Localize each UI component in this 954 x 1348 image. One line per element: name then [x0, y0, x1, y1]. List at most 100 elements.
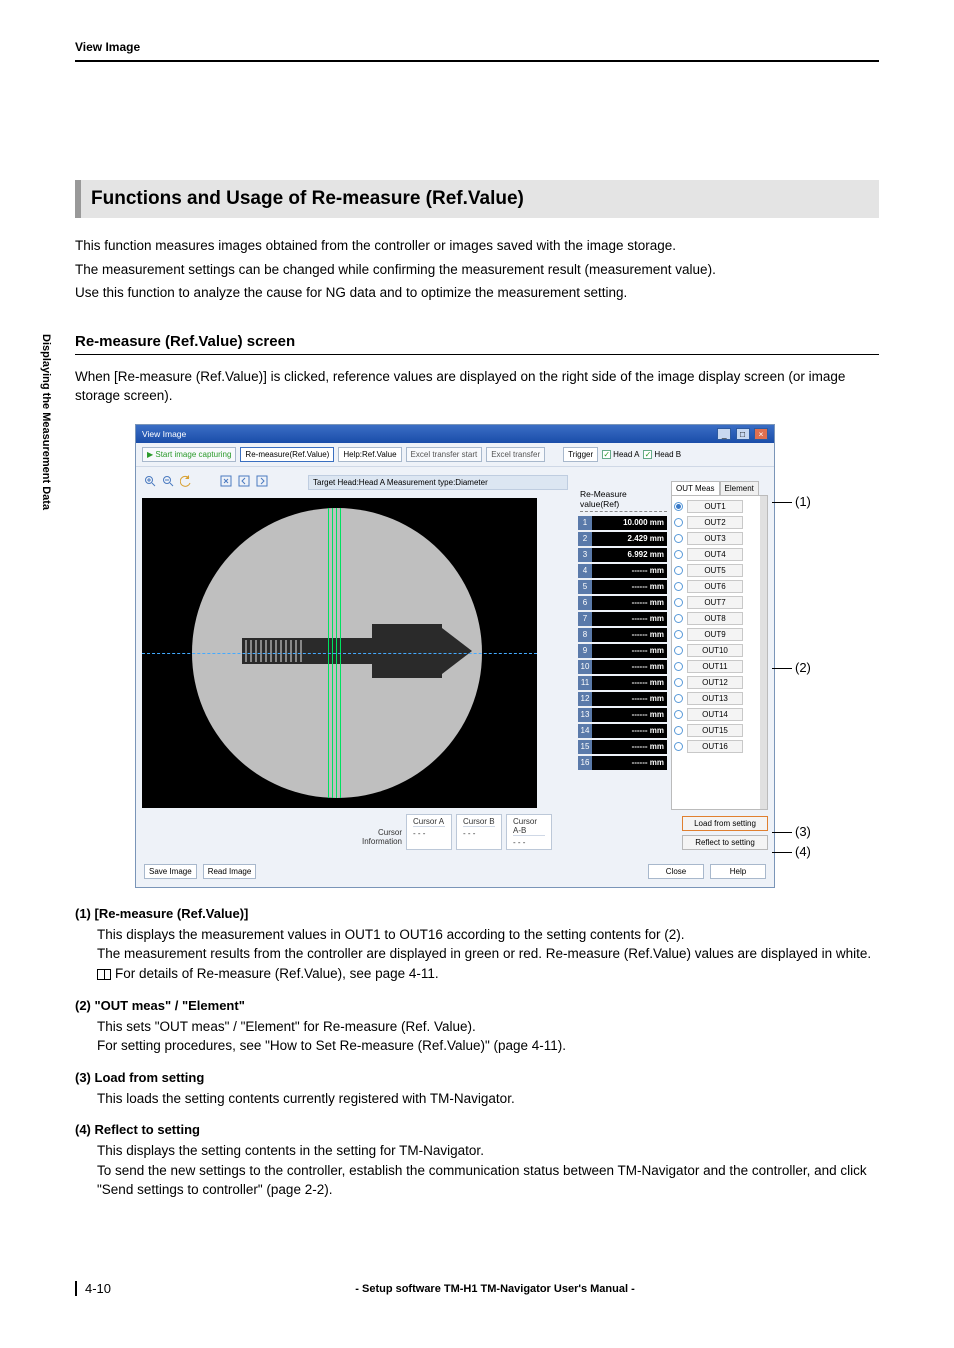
item-4-line: To send the new settings to the controll… — [97, 1161, 879, 1200]
out-row[interactable]: OUT14 — [674, 708, 765, 721]
help-button[interactable]: Help — [710, 864, 766, 879]
image-panel: Target Head:Head A Measurement type:Diam… — [136, 467, 574, 856]
out-row[interactable]: OUT6 — [674, 580, 765, 593]
values-panel: Re-Measure value(Ref) 110.000 mm 22.429 m… — [574, 467, 669, 856]
out-row[interactable]: OUT13 — [674, 692, 765, 705]
out-panel: OUT Meas Element OUT1OUT2OUT3OUT4OUT5OUT… — [669, 467, 774, 856]
intro-line: This function measures images obtained f… — [75, 236, 879, 256]
prev-icon[interactable] — [238, 475, 250, 487]
cursor-info: Cursor Information Cursor A- - - Cursor … — [142, 808, 568, 850]
maximize-icon[interactable]: □ — [736, 428, 750, 440]
value-row: 6------ mm — [578, 596, 667, 610]
out-row[interactable]: OUT12 — [674, 676, 765, 689]
value-row: 8------ mm — [578, 628, 667, 642]
minimize-icon[interactable]: _ — [717, 428, 731, 440]
item-3-line: This loads the setting contents currentl… — [97, 1089, 879, 1109]
window-title: View Image — [142, 429, 186, 439]
values-header: Re-Measure value(Ref) — [580, 489, 667, 512]
screenshot-window: View Image _ □ × ▶ Start image capturing… — [135, 424, 775, 888]
out-row[interactable]: OUT9 — [674, 628, 765, 641]
reflect-to-setting-button[interactable]: Reflect to setting — [682, 835, 768, 850]
out-row[interactable]: OUT11 — [674, 660, 765, 673]
remeasure-button[interactable]: Re-measure(Ref.Value) — [240, 447, 334, 462]
out-row[interactable]: OUT1 — [674, 500, 765, 513]
item-1-head: (1) [Re-measure (Ref.Value)] — [75, 906, 879, 921]
item-2-line: This sets "OUT meas" / "Element" for Re-… — [97, 1017, 879, 1037]
value-row: 14------ mm — [578, 724, 667, 738]
value-row: 36.992 mm — [578, 548, 667, 562]
callout-4: (4) — [795, 844, 811, 859]
section-title: Functions and Usage of Re-measure (Ref.V… — [75, 180, 879, 218]
out-row[interactable]: OUT10 — [674, 644, 765, 657]
head-b-checkbox[interactable]: ✓Head B — [643, 450, 681, 459]
window-titlebar: View Image _ □ × — [136, 425, 774, 443]
window-footer: Save Image Read Image Close Help — [136, 856, 774, 887]
head-a-checkbox[interactable]: ✓Head A — [602, 450, 639, 459]
item-4-line: This displays the setting contents in th… — [97, 1141, 879, 1161]
tab-out-meas[interactable]: OUT Meas — [671, 481, 720, 495]
book-icon — [97, 969, 111, 980]
zoom-out-icon[interactable] — [162, 475, 174, 487]
out-row[interactable]: OUT5 — [674, 564, 765, 577]
page-footer: 4-10 - Setup software TM-H1 TM-Navigator… — [75, 1281, 879, 1296]
item-4-head: (4) Reflect to setting — [75, 1122, 879, 1137]
item-1-line: This displays the measurement values in … — [97, 925, 879, 945]
content: Functions and Usage of Re-measure (Ref.V… — [75, 180, 879, 1214]
value-row: 5------ mm — [578, 580, 667, 594]
value-row: 9------ mm — [578, 644, 667, 658]
fit-icon[interactable] — [220, 475, 232, 487]
out-row[interactable]: OUT8 — [674, 612, 765, 625]
trigger-button[interactable]: Trigger — [563, 447, 598, 462]
out-row[interactable]: OUT16 — [674, 740, 765, 753]
tab-element[interactable]: Element — [720, 481, 759, 495]
undo-icon[interactable] — [180, 475, 192, 487]
manual-title: - Setup software TM-H1 TM-Navigator User… — [111, 1283, 879, 1295]
save-image-button[interactable]: Save Image — [144, 864, 197, 879]
out-row[interactable]: OUT2 — [674, 516, 765, 529]
item-2-head: (2) "OUT meas" / "Element" — [75, 998, 879, 1013]
value-row: 10------ mm — [578, 660, 667, 674]
load-from-setting-button[interactable]: Load from setting — [682, 816, 768, 831]
intro-line: The measurement settings can be changed … — [75, 260, 879, 280]
out-row[interactable]: OUT7 — [674, 596, 765, 609]
value-row: 15------ mm — [578, 740, 667, 754]
out-row[interactable]: OUT3 — [674, 532, 765, 545]
item-3-head: (3) Load from setting — [75, 1070, 879, 1085]
help-refvalue-button[interactable]: Help:Ref.Value — [338, 447, 401, 462]
callout-1: (1) — [795, 494, 811, 509]
toolbar: ▶ Start image capturing Re-measure(Ref.V… — [136, 443, 774, 467]
read-image-button[interactable]: Read Image — [203, 864, 257, 879]
zoom-in-icon[interactable] — [144, 475, 156, 487]
next-icon[interactable] — [256, 475, 268, 487]
callout-2: (2) — [795, 660, 811, 675]
side-tab: Displaying the Measurement Data — [38, 330, 54, 560]
out-row[interactable]: OUT4 — [674, 548, 765, 561]
page-number: 4-10 — [75, 1281, 111, 1296]
info-bar: Target Head:Head A Measurement type:Diam… — [308, 475, 568, 490]
out-row[interactable]: OUT15 — [674, 724, 765, 737]
values-list: 110.000 mm 22.429 mm 36.992 mm 4------ mm 5-… — [578, 516, 667, 770]
intro-line: Use this function to analyze the cause f… — [75, 283, 879, 303]
close-icon[interactable]: × — [754, 428, 768, 440]
sub-para: When [Re-measure (Ref.Value)] is clicked… — [75, 367, 879, 406]
excel-transfer-start-button[interactable]: Excel transfer start — [406, 447, 483, 462]
item-2-line: For setting procedures, see "How to Set … — [97, 1036, 879, 1056]
measurement-image — [142, 498, 537, 808]
description-list: (1) [Re-measure (Ref.Value)] This displa… — [75, 906, 879, 1200]
out-list: OUT1 OUT2 OUT3 OUT4 OUT5 OUT6 OUT7 OUT8 OUT9 OUT1… — [671, 496, 768, 810]
value-row: 22.429 mm — [578, 532, 667, 546]
value-row: 4------ mm — [578, 564, 667, 578]
value-row: 7------ mm — [578, 612, 667, 626]
value-row: 110.000 mm — [578, 516, 667, 530]
excel-transfer-button[interactable]: Excel transfer — [486, 447, 545, 462]
start-capturing-button[interactable]: ▶ Start image capturing — [142, 447, 236, 462]
item-1-line: The measurement results from the control… — [97, 944, 879, 964]
close-button[interactable]: Close — [648, 864, 704, 879]
value-row: 13------ mm — [578, 708, 667, 722]
page-header: View Image — [75, 40, 879, 62]
sub-heading: Re-measure (Ref.Value) screen — [75, 333, 879, 355]
value-row: 11------ mm — [578, 676, 667, 690]
window-buttons: _ □ × — [715, 428, 768, 440]
value-row: 16------ mm — [578, 756, 667, 770]
callout-3: (3) — [795, 824, 811, 839]
